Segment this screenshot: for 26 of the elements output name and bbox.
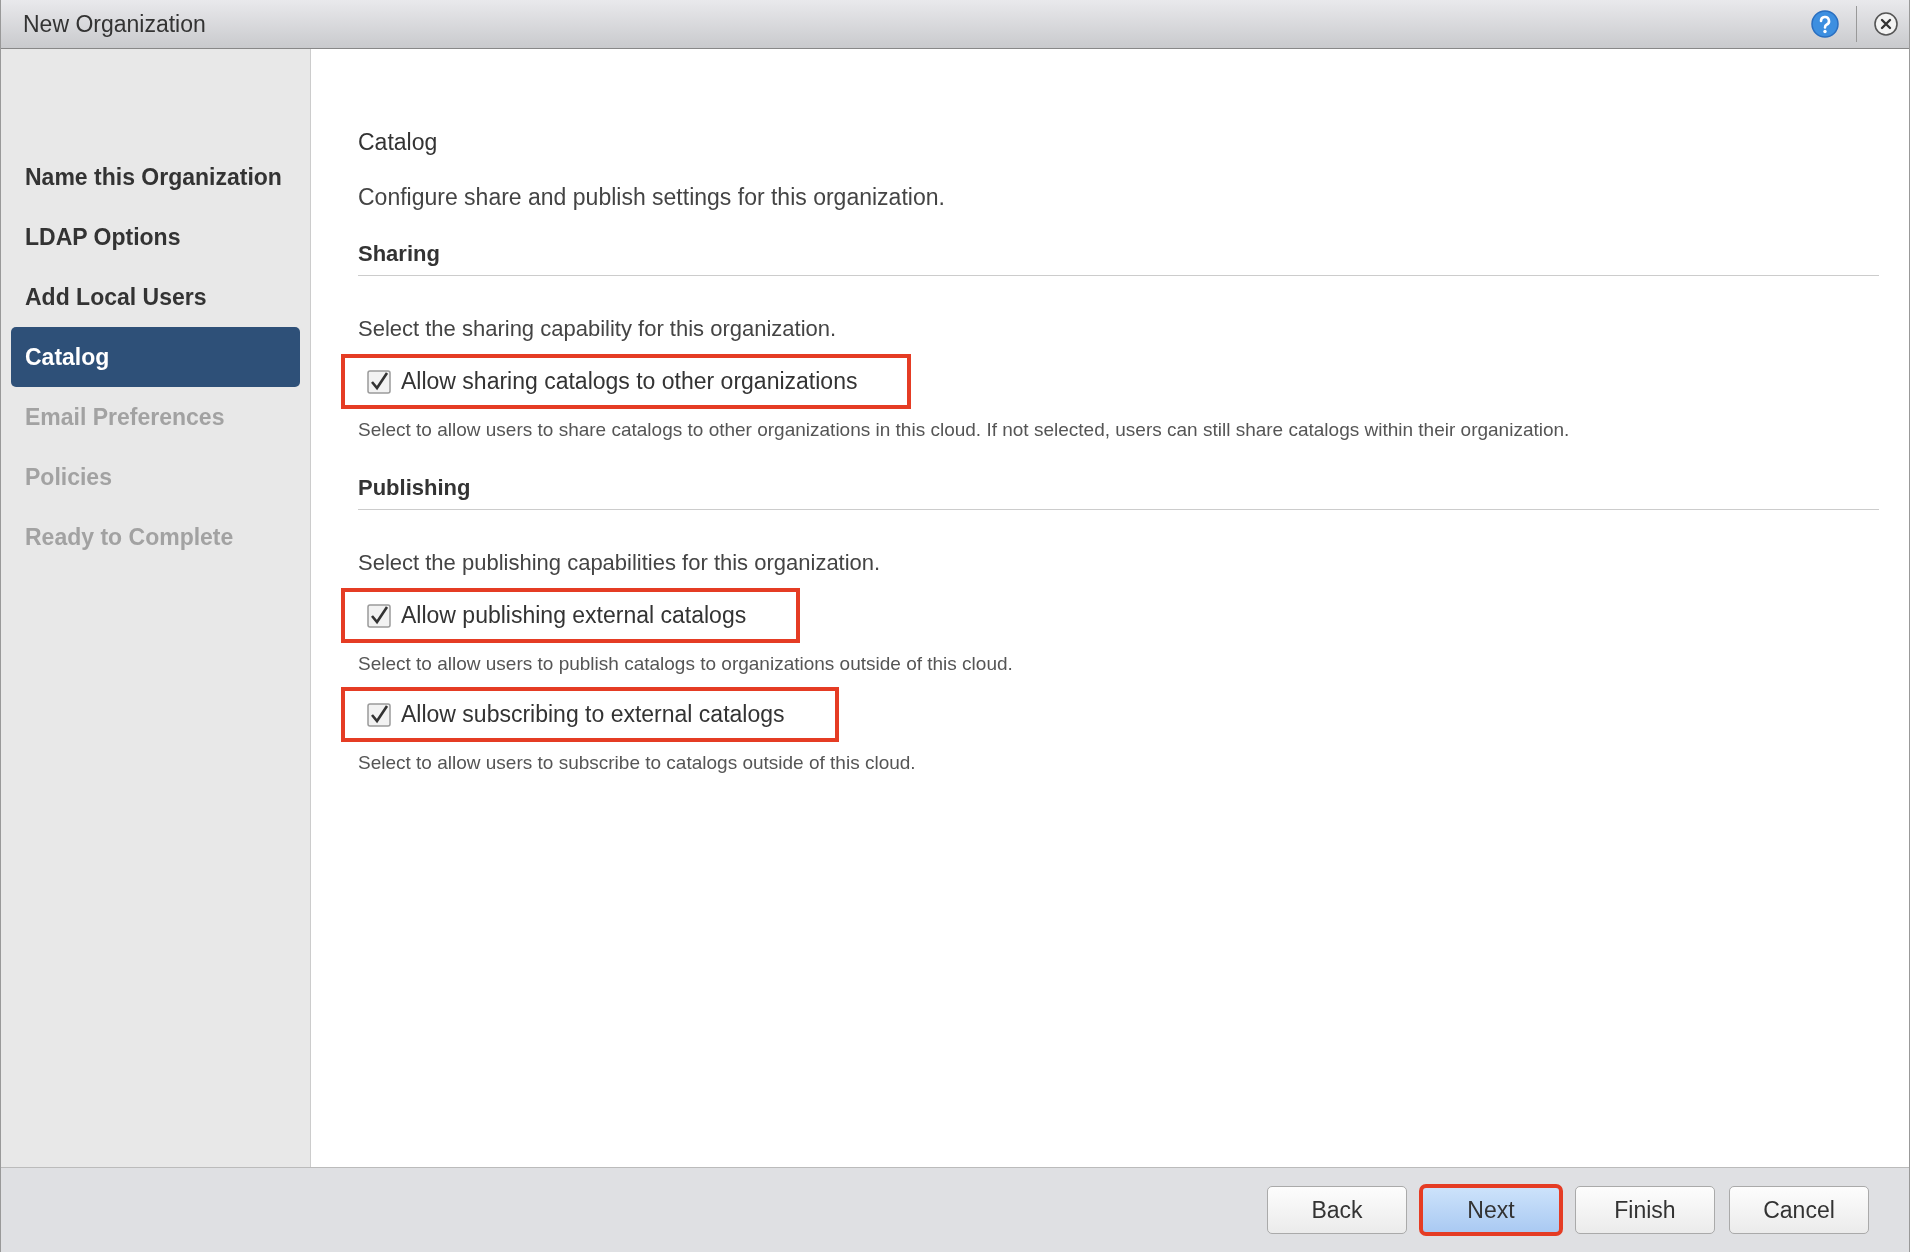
wizard-button[interactable]: Finish xyxy=(1575,1186,1715,1234)
wizard-button[interactable]: Cancel xyxy=(1729,1186,1869,1234)
section-heading: Publishing xyxy=(358,475,1879,510)
window-title: New Organization xyxy=(23,10,206,38)
option-hint: Select to allow users to publish catalogs to organizations outside of this cloud. xyxy=(358,653,1014,675)
help-icon[interactable] xyxy=(1810,9,1840,39)
section-prompt: Select the publishing capabilities for this organization. xyxy=(358,550,882,576)
checkbox-option[interactable]: Allow publishing external catalogs xyxy=(341,588,801,643)
section-heading: Sharing xyxy=(358,241,1879,276)
close-icon[interactable] xyxy=(1873,11,1899,37)
sidebar-item[interactable]: Name this Organization xyxy=(11,147,300,207)
wizard-button[interactable]: Back xyxy=(1267,1186,1407,1234)
section-prompt: Select the sharing capability for this organization. xyxy=(358,316,838,342)
option-hint: Select to allow users to share catalogs to other organizations in this cloud. If not selected, users can still share catalogs within their organization. xyxy=(358,419,1571,441)
page-description: Configure share and publish settings for this organization. xyxy=(358,184,946,211)
checkbox-option[interactable]: Allow sharing catalogs to other organizations xyxy=(341,354,912,409)
checkbox-option[interactable]: Allow subscribing to external catalogs xyxy=(341,687,839,742)
checkbox[interactable] xyxy=(367,603,391,628)
checkbox[interactable] xyxy=(367,702,391,727)
sidebar-item[interactable]: Add Local Users xyxy=(11,267,300,327)
sidebar-item[interactable]: LDAP Options xyxy=(11,207,300,267)
option-hint: Select to allow users to subscribe to catalogs outside of this cloud. xyxy=(358,752,917,774)
checkbox[interactable] xyxy=(367,369,391,394)
wizard-button[interactable]: Next xyxy=(1421,1186,1561,1234)
sidebar-item[interactable]: Catalog xyxy=(11,327,300,387)
page-title: Catalog xyxy=(358,129,439,156)
